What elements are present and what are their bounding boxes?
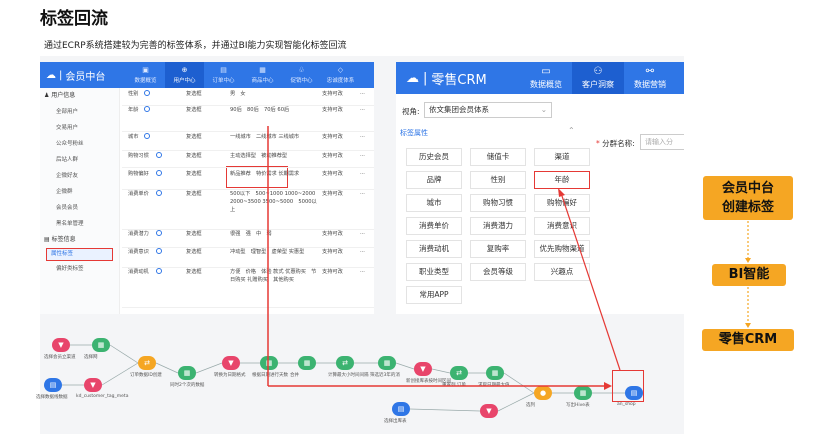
flow-node-label: 计算最大小时间间隔 [328,373,369,378]
flow-node-label: kd_customer_tag_meta [76,394,129,399]
flow-node[interactable]: ▼ [480,404,498,418]
flow-node[interactable]: ▼ [52,338,70,352]
flow-node-label: 写出Hive表 [566,403,590,408]
flow-node[interactable]: ▦ [378,356,396,370]
flow-node-label: an_shop [617,402,636,407]
flow-node-label: 筛选近3年的消 [370,373,400,378]
flow-node[interactable]: ▤ [392,402,410,416]
flow-node[interactable]: ▦ [298,356,316,370]
flow-node[interactable]: ▼ [222,356,240,370]
flow-node-label: 求取日期最大值 [478,383,510,388]
flow-node[interactable]: ⇄ [138,356,156,370]
flow-node[interactable]: ▦ [92,338,110,352]
flow-node[interactable]: ▦ [486,366,504,380]
flow-node-label: 转换为日期格式 [214,373,246,378]
flow-node-label: 选择会员立渠道 [44,355,76,360]
flow-node[interactable]: ▦ [574,386,592,400]
flow-node-label: 同时2个次的数据 [170,383,205,388]
flow-node[interactable]: ● [534,386,552,400]
flow-node-label: 选择网 [84,355,98,360]
flow-node[interactable]: ⇄ [450,366,468,380]
flow-node-label: 选列 [526,403,535,408]
flow-node[interactable]: ▤ [44,378,62,392]
flow-node[interactable]: ▦ [260,356,278,370]
flow-node[interactable]: ▼ [84,378,102,392]
flow-node[interactable]: ⇄ [336,356,354,370]
flow-node-label: 根据日期进行天数 [252,373,288,378]
flow-node[interactable]: ▼ [414,362,432,376]
flow-node[interactable]: ▦ [178,366,196,380]
flow-node-label: 选择出库表 [384,419,407,424]
flow-node-label: 选择数据线数据 [36,395,68,400]
flow-end-highlight [612,370,644,402]
flow-node-label: 合并 [290,373,299,378]
flow-node-label: 订单数据ID创建 [130,373,162,378]
flow-node-label: 重置列 订单 [442,383,466,388]
